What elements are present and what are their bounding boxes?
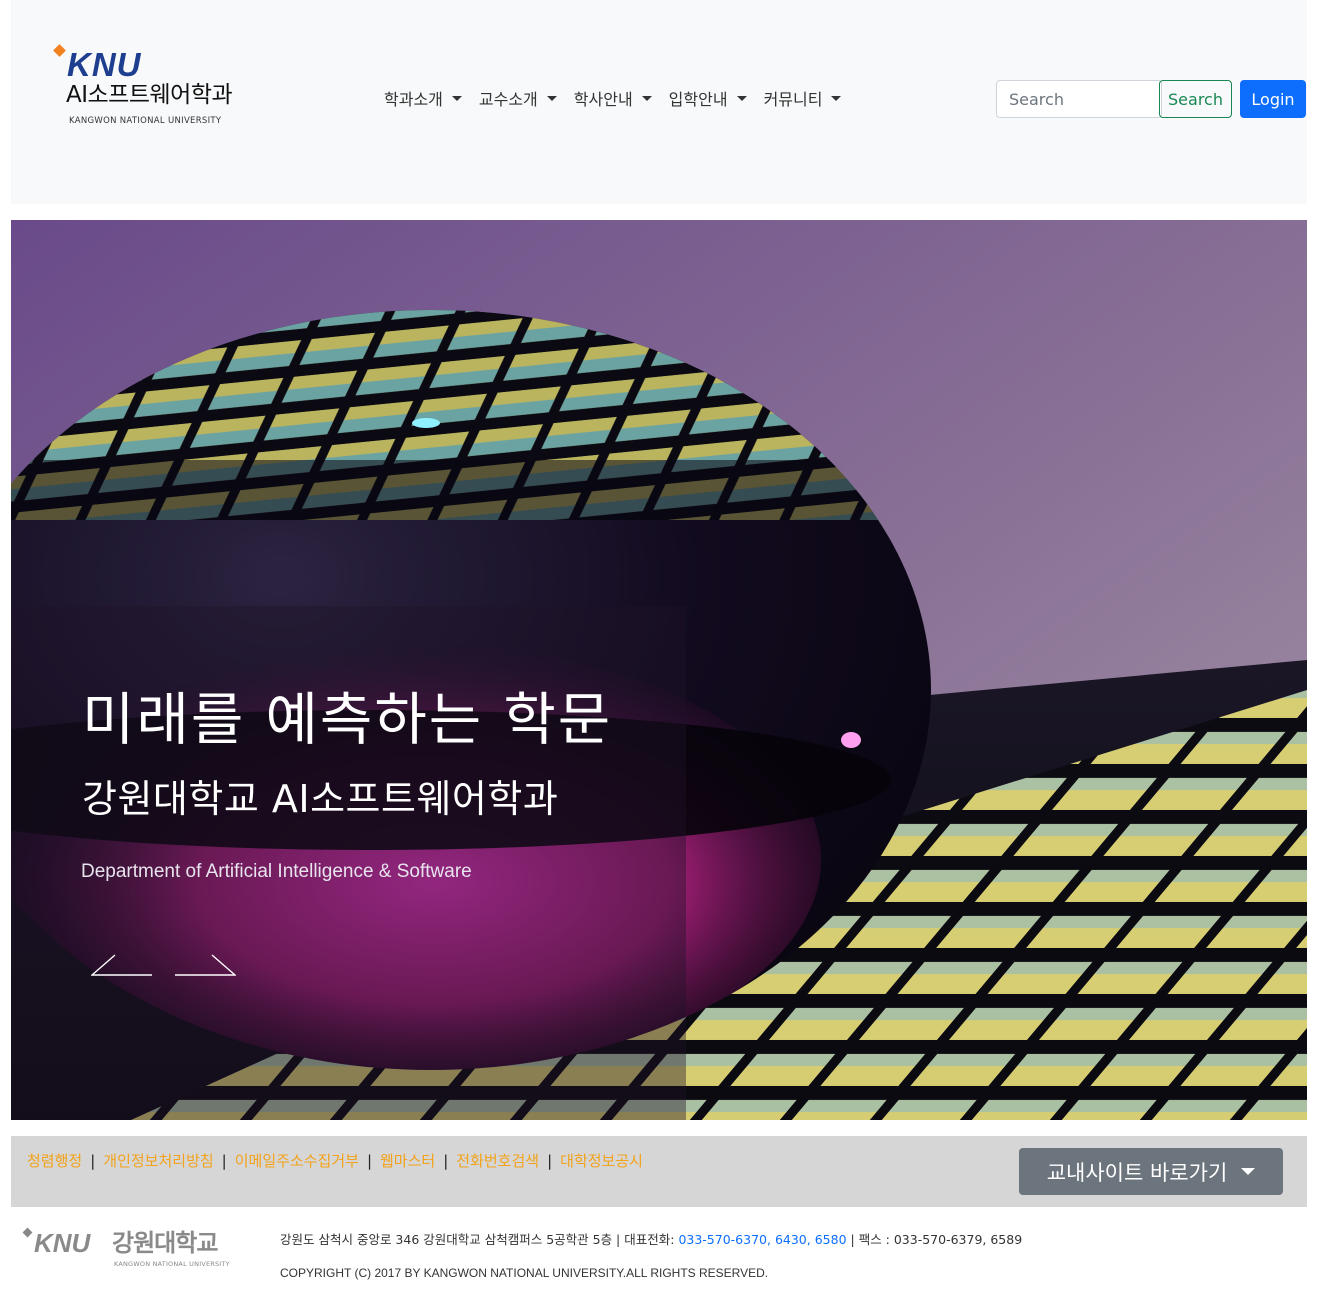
- logo-university-name: 강원대학교: [112, 1229, 218, 1257]
- arrow-right-icon[interactable]: [174, 953, 236, 977]
- footer-separator: |: [443, 1151, 449, 1170]
- logo-university-subtitle: KANGWON NATIONAL UNIVERSITY: [69, 116, 222, 126]
- logo-knu-text: KNU: [67, 46, 142, 83]
- caret-down-icon: [1241, 1168, 1256, 1175]
- search-input[interactable]: [996, 80, 1162, 118]
- logo-university-subtitle: KANGWON NATIONAL UNIVERSITY: [114, 1260, 230, 1268]
- logo-knu-text: KNU: [34, 1228, 91, 1258]
- footer-link-email-refusal[interactable]: 이메일주소수집거부: [235, 1150, 359, 1171]
- login-button[interactable]: Login: [1240, 80, 1306, 118]
- menu-item-label: 학과소개: [384, 90, 443, 109]
- footer-links: 청렴행정 | 개인정보처리방침 | 이메일주소수집거부 | 웹마스터 | 전화번…: [27, 1150, 643, 1171]
- footer-separator: |: [90, 1151, 96, 1170]
- hero-banner: 미래를 예측하는 학문 강원대학교 AI소프트웨어학과 Department o…: [11, 220, 1307, 1120]
- hero-title: 미래를 예측하는 학문: [82, 687, 613, 753]
- fax-text: | 팩스 : 033-570-6379, 6589: [846, 1232, 1023, 1247]
- hero-english-name: Department of Artificial Intelligence & …: [81, 861, 472, 882]
- footer-link-privacy[interactable]: 개인정보처리방침: [103, 1150, 213, 1171]
- department-logo[interactable]: KNU AI소프트웨어학과 KANGWON NATIONAL UNIVERSIT…: [53, 44, 265, 130]
- menu-item-label: 커뮤니티: [763, 90, 823, 109]
- menu-academics[interactable]: 학사안내: [574, 86, 652, 110]
- menu-item-label: 입학안내: [668, 90, 728, 109]
- logo-department-title: AI소프트웨어학과: [66, 82, 233, 108]
- address-text: 강원도 삼척시 중앙로 346 강원대학교 삼척캠퍼스 5공학관 5층 | 대표…: [280, 1232, 679, 1247]
- menu-item-label: 학사안내: [573, 90, 633, 109]
- dropdown-label: 교내사이트 바로가기: [1046, 1160, 1228, 1185]
- university-logo[interactable]: KNU 강원대학교 KANGWON NATIONAL UNIVERSITY: [22, 1227, 234, 1272]
- hero-subtitle: 강원대학교 AI소프트웨어학과: [82, 777, 559, 821]
- footer-separator: |: [221, 1151, 227, 1170]
- copyright-text: COPYRIGHT (C) 2017 BY KANGWON NATIONAL U…: [280, 1266, 769, 1280]
- caret-down-icon: [546, 95, 557, 101]
- contact-address: 강원도 삼척시 중앙로 346 강원대학교 삼척캠퍼스 5공학관 5층 | 대표…: [280, 1232, 1023, 1247]
- footer-separator: |: [366, 1151, 372, 1170]
- footer-link-univ-disclosure[interactable]: 대학정보공시: [560, 1150, 643, 1171]
- search-button[interactable]: Search: [1159, 80, 1232, 118]
- campus-sites-dropdown[interactable]: 교내사이트 바로가기: [1019, 1148, 1283, 1195]
- arrow-left-icon[interactable]: [91, 953, 153, 977]
- menu-dept-intro[interactable]: 학과소개: [384, 86, 462, 110]
- phone-link[interactable]: 6580: [815, 1232, 847, 1247]
- main-menu: 학과소개 교수소개 학사안내 입학안내 커뮤니티: [384, 86, 842, 110]
- menu-faculty[interactable]: 교수소개: [479, 86, 557, 110]
- menu-community[interactable]: 커뮤니티: [764, 86, 842, 110]
- logo-dot-icon: [22, 1227, 33, 1238]
- caret-down-icon: [451, 95, 462, 101]
- phone-link[interactable]: 033-570-6370: [678, 1232, 767, 1247]
- phone-link[interactable]: 6430: [775, 1232, 807, 1247]
- footer-link-phone-search[interactable]: 전화번호검색: [456, 1150, 539, 1171]
- caret-down-icon: [641, 95, 652, 101]
- caret-down-icon: [736, 95, 747, 101]
- footer-bar: 청렴행정 | 개인정보처리방침 | 이메일주소수집거부 | 웹마스터 | 전화번…: [11, 1136, 1307, 1207]
- logo-dot-icon: [53, 44, 66, 57]
- navbar: KNU AI소프트웨어학과 KANGWON NATIONAL UNIVERSIT…: [11, 0, 1307, 204]
- menu-item-label: 교수소개: [478, 90, 538, 109]
- footer-separator: |: [547, 1151, 553, 1170]
- caret-down-icon: [831, 95, 842, 101]
- footer-link-webmaster[interactable]: 웹마스터: [380, 1150, 435, 1171]
- footer-link-integrity[interactable]: 청렴행정: [27, 1150, 82, 1171]
- menu-admissions[interactable]: 입학안내: [669, 86, 747, 110]
